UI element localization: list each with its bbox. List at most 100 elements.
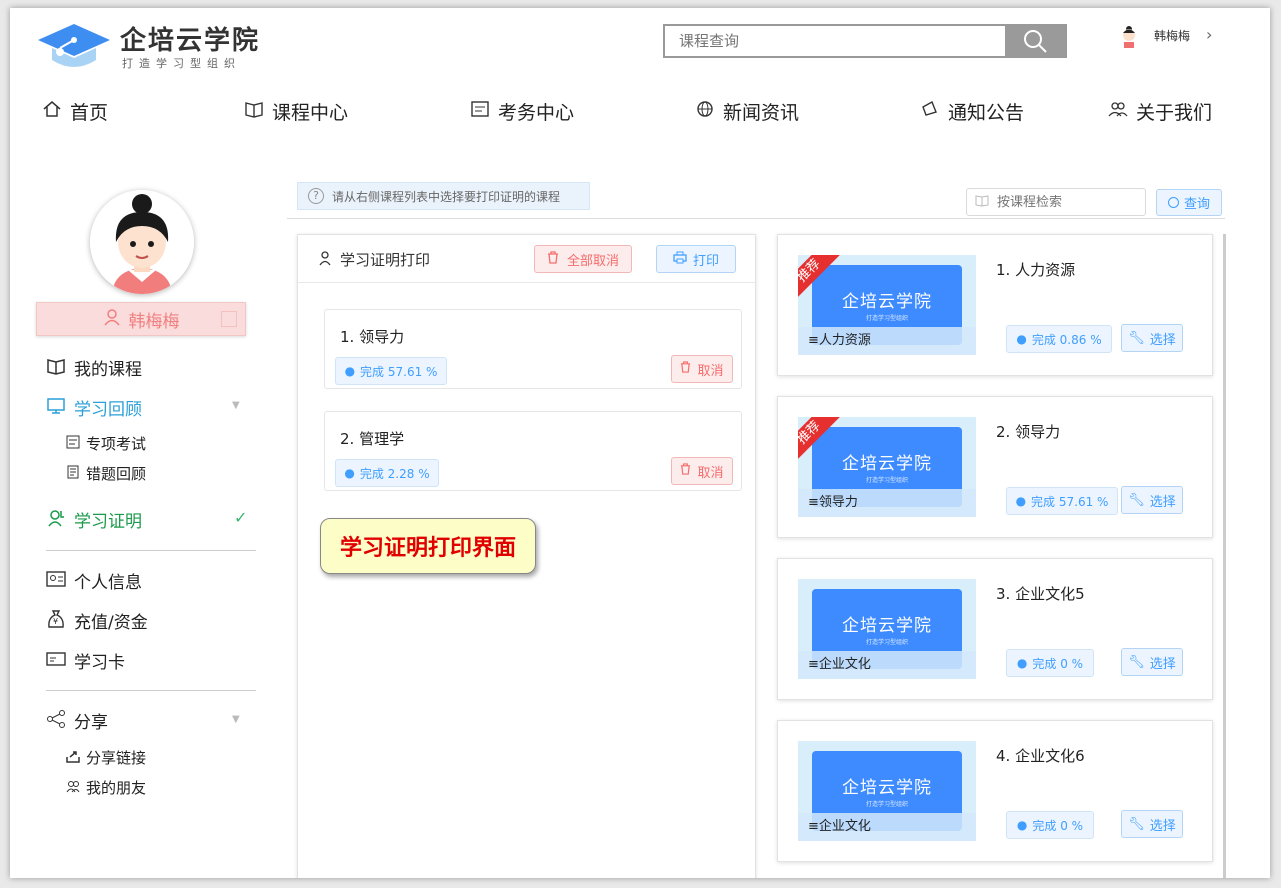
- sidebar-item-special-exam[interactable]: 专项考试: [66, 433, 146, 454]
- course-thumbnail[interactable]: 企培云学院 打造学习型组织 ≡企业文化: [798, 741, 976, 841]
- selected-course-title: 1. 领导力: [340, 328, 405, 346]
- thumbnail-label: ≡人力资源: [798, 327, 976, 355]
- chevron-right-icon[interactable]: ›: [1206, 25, 1212, 44]
- app-window: 企培云学院 打造学习型组织 韩梅梅 › 首页 课程中心: [10, 8, 1270, 878]
- progress-tag: ● 完成 0 %: [1006, 811, 1094, 839]
- thumbnail-label: ≡企业文化: [798, 651, 976, 679]
- question-icon: ?: [308, 188, 324, 204]
- sidebar-item-my-friends[interactable]: 我的朋友: [66, 777, 146, 798]
- select-button[interactable]: 🔧︎ 选择: [1121, 324, 1183, 352]
- sidebar-item-share[interactable]: 分享: [46, 708, 108, 733]
- print-button[interactable]: 打印: [656, 245, 736, 273]
- course-card: 企培云学院 打造学习型组织 ≡领导力 推荐 2. 领导力 ● 完成 57.61 …: [777, 396, 1213, 538]
- nav-exam-center[interactable]: 考务中心: [470, 98, 574, 125]
- sidebar-item-personal-info[interactable]: 个人信息: [46, 568, 142, 593]
- course-title[interactable]: 1. 人力资源: [996, 259, 1075, 280]
- monitor-icon: [46, 397, 70, 419]
- course-card: 企培云学院 打造学习型组织 ≡企业文化 4. 企业文化6 ● 完成 0 % 🔧︎…: [777, 720, 1213, 862]
- pie-chart-icon: ●: [1016, 656, 1028, 670]
- course-title[interactable]: 2. 领导力: [996, 421, 1060, 442]
- divider: [46, 690, 256, 691]
- divider: [298, 282, 755, 283]
- thumbnail-label: ≡领导力: [798, 489, 976, 517]
- sidebar-user-name: 韩梅梅: [128, 311, 180, 332]
- sidebar-item-recharge[interactable]: ¥ 充值/资金: [46, 608, 148, 633]
- search-button[interactable]: [1005, 26, 1065, 56]
- cancel-button[interactable]: 取消: [671, 355, 733, 383]
- sidebar-item-study-card[interactable]: 学习卡: [46, 648, 125, 673]
- search-icon: [1024, 30, 1047, 53]
- upload-icon: [66, 749, 86, 767]
- pie-chart-icon: ●: [1016, 332, 1027, 346]
- select-button[interactable]: 🔧︎ 选择: [1121, 486, 1183, 514]
- progress-tag: ● 完成 57.61 %: [335, 357, 447, 385]
- share-icon: [46, 709, 70, 733]
- course-card: 企培云学院 打造学习型组织 ≡企业文化 3. 企业文化5 ● 完成 0 % 🔧︎…: [777, 558, 1213, 700]
- qrcode-icon: [221, 311, 237, 327]
- divider: [287, 218, 1225, 219]
- logo-subtitle: 打造学习型组织: [122, 57, 241, 70]
- select-button[interactable]: 🔧︎ 选择: [1121, 810, 1183, 838]
- sidebar-item-my-courses[interactable]: 我的课程: [46, 355, 142, 380]
- cancel-button[interactable]: 取消: [671, 457, 733, 485]
- select-button[interactable]: 🔧︎ 选择: [1121, 648, 1183, 676]
- sidebar-item-share-link[interactable]: 分享链接: [66, 747, 146, 768]
- user-avatar-small[interactable]: [1118, 24, 1140, 48]
- thumbnail-label: ≡企业文化: [798, 813, 976, 841]
- selected-course-card: 1. 领导力 ● 完成 57.61 % 取消: [324, 309, 742, 389]
- pie-chart-icon: ●: [344, 466, 355, 480]
- nav-course-center[interactable]: 课程中心: [244, 98, 348, 125]
- friends-icon: [66, 779, 86, 797]
- exam-icon: [470, 99, 490, 124]
- header-user-name[interactable]: 韩梅梅: [1154, 27, 1190, 44]
- wrench-icon: 🔧︎: [1128, 654, 1145, 670]
- course-title[interactable]: 3. 企业文化5: [996, 583, 1085, 604]
- cancel-all-button[interactable]: 全部取消: [534, 245, 632, 273]
- trash-icon: [680, 463, 691, 479]
- certificate-icon: [46, 509, 70, 531]
- course-search-input[interactable]: [665, 26, 1005, 56]
- course-thumbnail[interactable]: 企培云学院 打造学习型组织 ≡企业文化: [798, 579, 976, 679]
- callout-label: 学习证明打印界面: [320, 518, 536, 574]
- caret-down-icon[interactable]: ▼: [232, 400, 240, 411]
- home-icon: [42, 99, 62, 124]
- money-bag-icon: ¥: [46, 609, 70, 633]
- sidebar-item-learning-review[interactable]: 学习回顾: [46, 395, 142, 420]
- selected-course-title: 2. 管理学: [340, 430, 405, 448]
- course-card: 企培云学院 打造学习型组织 ≡人力资源 推荐 1. 人力资源 ● 完成 0.86…: [777, 234, 1213, 376]
- course-title[interactable]: 4. 企业文化6: [996, 745, 1085, 766]
- check-icon: ✓: [234, 508, 248, 527]
- nav-news[interactable]: 新闻资讯: [695, 98, 799, 125]
- notes-icon: [66, 465, 86, 483]
- course-filter-input[interactable]: [997, 194, 1137, 210]
- query-button[interactable]: 查询: [1156, 189, 1222, 216]
- certificate-icon: [318, 250, 334, 270]
- caret-down-icon[interactable]: ▼: [232, 714, 240, 725]
- card-icon: [46, 651, 70, 671]
- course-thumbnail[interactable]: 企培云学院 打造学习型组织 ≡人力资源 推荐: [798, 255, 976, 355]
- sidebar-item-learning-certificate[interactable]: 学习证明: [46, 507, 142, 532]
- book-icon: [46, 357, 70, 379]
- sidebar-user-badge[interactable]: 韩梅梅: [36, 302, 246, 336]
- scrollbar[interactable]: [1223, 234, 1226, 878]
- user-icon: [103, 308, 121, 330]
- sidebar-item-mistake-review[interactable]: 错题回顾: [66, 463, 146, 484]
- course-search: [663, 24, 1067, 58]
- logo-icon[interactable]: [36, 18, 112, 70]
- course-thumbnail[interactable]: 企培云学院 打造学习型组织 ≡领导力 推荐: [798, 417, 976, 517]
- pie-chart-icon: ●: [1016, 818, 1028, 832]
- print-panel-title: 学习证明打印: [318, 249, 430, 270]
- book-icon: [975, 193, 989, 211]
- instruction-tip: ? 请从右侧课程列表中选择要打印证明的课程: [297, 182, 590, 210]
- nav-notices[interactable]: 通知公告: [920, 98, 1024, 125]
- nav-about[interactable]: 关于我们: [1108, 98, 1212, 125]
- svg-text:¥: ¥: [53, 617, 58, 626]
- printer-icon: [673, 251, 687, 268]
- avatar[interactable]: [90, 190, 194, 294]
- nav-home[interactable]: 首页: [42, 98, 108, 125]
- logo-title: 企培云学院: [120, 26, 261, 56]
- book-icon: [244, 99, 264, 124]
- trash-icon: [680, 361, 691, 377]
- pie-chart-icon: ●: [1015, 494, 1027, 508]
- wrench-icon: 🔧︎: [1128, 816, 1145, 832]
